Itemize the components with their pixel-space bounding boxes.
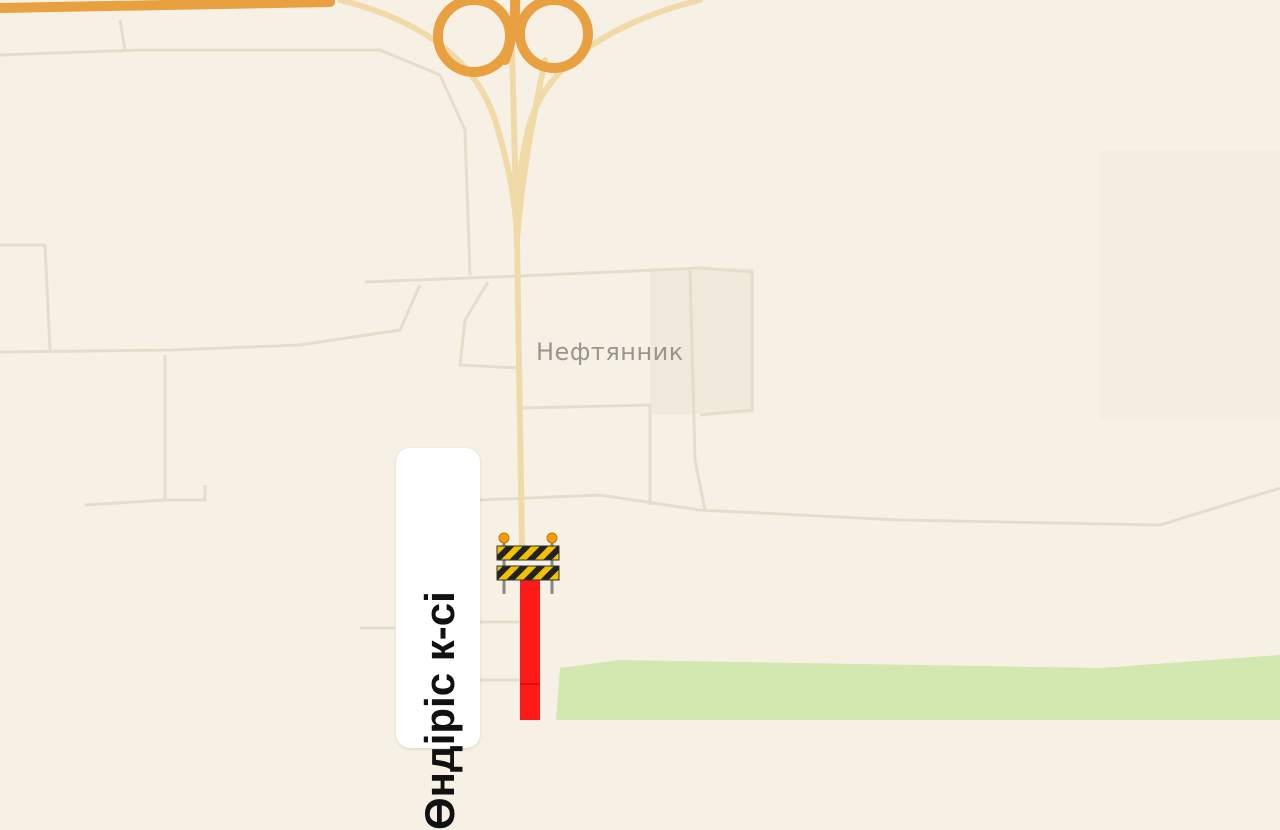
building-block xyxy=(1100,150,1280,420)
highway xyxy=(0,0,593,77)
street-label: Өндіріс к-сі xyxy=(416,591,463,830)
closed-road-segment xyxy=(520,580,540,720)
district-label: Нефтянник xyxy=(536,338,684,366)
main-road xyxy=(337,0,703,548)
map-view[interactable]: Нефтянник Өндіріс к-сі xyxy=(0,0,1280,830)
park-area xyxy=(556,655,1280,720)
